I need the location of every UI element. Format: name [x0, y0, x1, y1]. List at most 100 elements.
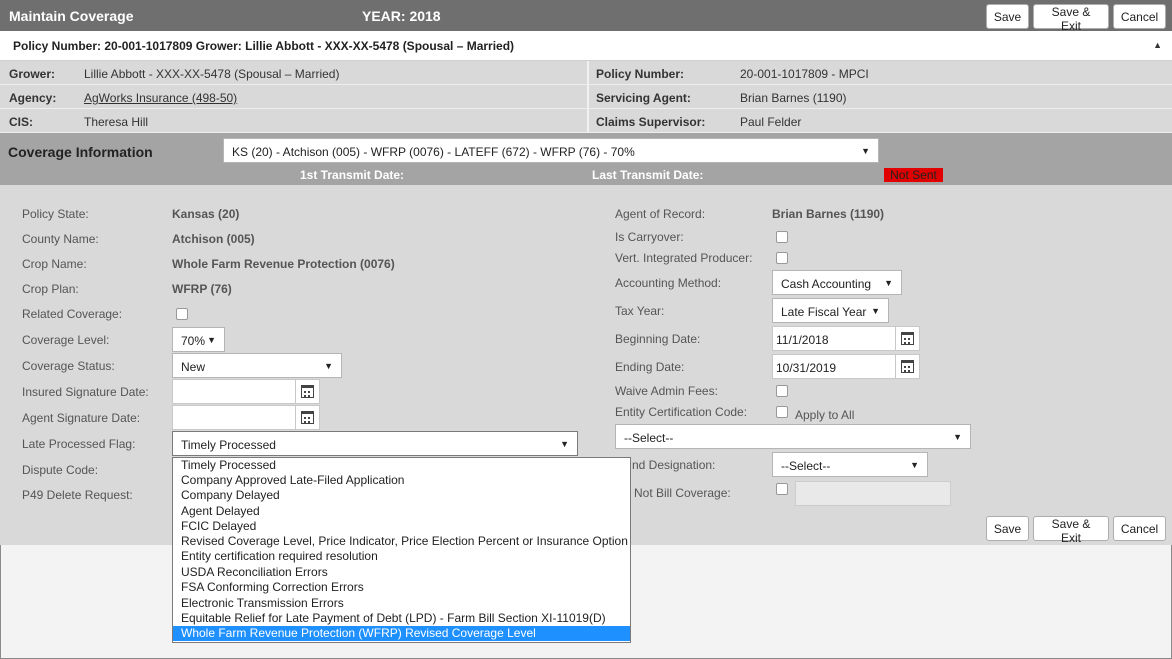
- late-processed-value: Timely Processed: [181, 438, 276, 452]
- dropdown-option[interactable]: USDA Reconciliation Errors: [173, 565, 630, 580]
- not-bill-label: Not Bill Coverage:: [634, 486, 731, 500]
- dropdown-option[interactable]: Entity certification required resolution: [173, 549, 630, 564]
- save-exit-button[interactable]: Save & Exit: [1033, 4, 1109, 33]
- dropdown-option-highlighted[interactable]: Whole Farm Revenue Protection (WFRP) Rev…: [173, 626, 630, 641]
- beginning-date-label: Beginning Date:: [615, 332, 701, 346]
- dropdown-option[interactable]: Company Delayed: [173, 488, 630, 503]
- claims-supervisor-value: Paul Felder: [740, 115, 802, 129]
- dropdown-option[interactable]: Timely Processed: [173, 458, 630, 473]
- coverage-select[interactable]: KS (20) - Atchison (005) - WFRP (0076) -…: [223, 138, 879, 163]
- dropdown-option[interactable]: Agent Delayed: [173, 504, 630, 519]
- policy-state-label: Policy State:: [22, 207, 89, 221]
- cis-value: Theresa Hill: [84, 115, 149, 129]
- policy-info-panel: Grower: Lillie Abbott - XXX-XX-5478 (Spo…: [0, 61, 1172, 133]
- not-bill-checkbox[interactable]: [776, 483, 788, 495]
- grower-value: Lillie Abbott - XXX-XX-5478 (Spousal – M…: [84, 67, 340, 81]
- servicing-agent-label: Servicing Agent:: [596, 91, 691, 105]
- insured-signature-input[interactable]: [172, 379, 296, 404]
- accounting-method-select[interactable]: Cash Accounting ▼: [772, 270, 902, 295]
- calendar-button[interactable]: [896, 354, 920, 379]
- accounting-method-value: Cash Accounting: [781, 277, 872, 291]
- designation-label: nd Designation:: [632, 458, 716, 472]
- p49-delete-label: P49 Delete Request:: [22, 488, 133, 502]
- entity-cert-select[interactable]: --Select-- ▼: [615, 424, 971, 449]
- dropdown-option[interactable]: Equitable Relief for Late Payment of Deb…: [173, 611, 630, 626]
- calendar-button[interactable]: [296, 405, 320, 430]
- coverage-title: Coverage Information: [8, 144, 153, 160]
- dropdown-option[interactable]: Company Approved Late-Filed Application: [173, 473, 630, 488]
- cis-label: CIS:: [9, 115, 33, 129]
- tax-year-label: Tax Year:: [615, 304, 665, 318]
- coverage-status-select[interactable]: New ▼: [172, 353, 342, 378]
- info-row: CIS: Theresa Hill: [0, 109, 587, 133]
- coverage-level-value: 70%: [181, 334, 206, 348]
- beginning-date-input[interactable]: 11/1/2018: [772, 326, 896, 351]
- related-coverage-checkbox[interactable]: [176, 308, 188, 320]
- chevron-down-icon: ▼: [560, 439, 569, 449]
- coverage-level-select[interactable]: 70% ▼: [172, 327, 225, 352]
- agent-signature-label: Agent Signature Date:: [22, 411, 141, 425]
- calendar-icon: [301, 411, 314, 424]
- policy-summary-bar[interactable]: Policy Number: 20-001-1017809 Grower: Li…: [0, 31, 1172, 61]
- designation-select[interactable]: --Select-- ▼: [772, 452, 928, 477]
- last-transmit-label: Last Transmit Date:: [592, 168, 704, 182]
- agent-of-record-label: Agent of Record:: [615, 207, 706, 221]
- dropdown-option[interactable]: Electronic Transmission Errors: [173, 596, 630, 611]
- year-label: YEAR: 2018: [362, 8, 441, 24]
- grower-label: Grower:: [9, 67, 56, 81]
- collapse-icon[interactable]: ▲: [1153, 40, 1162, 50]
- claims-supervisor-label: Claims Supervisor:: [596, 115, 706, 129]
- crop-plan-label: Crop Plan:: [22, 282, 79, 296]
- chevron-down-icon: ▼: [207, 335, 216, 345]
- info-row: Claims Supervisor: Paul Felder: [589, 109, 1172, 133]
- dispute-code-label: Dispute Code:: [22, 463, 99, 477]
- late-processed-select[interactable]: Timely Processed ▼: [172, 431, 578, 456]
- page-title: Maintain Coverage: [9, 8, 134, 24]
- vert-integrated-checkbox[interactable]: [776, 252, 788, 264]
- crop-name-label: Crop Name:: [22, 257, 87, 271]
- coverage-status-label: Coverage Status:: [22, 359, 115, 373]
- coverage-level-label: Coverage Level:: [22, 333, 110, 347]
- vert-integrated-label: Vert. Integrated Producer:: [615, 251, 753, 265]
- county-value: Atchison (005): [172, 232, 255, 246]
- chevron-down-icon: ▼: [871, 306, 880, 316]
- coverage-status-value: New: [181, 360, 206, 374]
- save-exit-button-bottom[interactable]: Save & Exit: [1033, 516, 1109, 545]
- calendar-icon: [901, 360, 914, 373]
- save-button[interactable]: Save: [986, 4, 1029, 29]
- chevron-down-icon: ▼: [884, 278, 893, 288]
- dropdown-option[interactable]: Revised Coverage Level, Price Indicator,…: [173, 534, 630, 549]
- late-processed-label: Late Processed Flag:: [22, 437, 136, 451]
- related-coverage-label: Related Coverage:: [22, 307, 123, 321]
- agent-of-record-value: Brian Barnes (1190): [772, 207, 885, 221]
- cancel-button-bottom[interactable]: Cancel: [1113, 516, 1166, 541]
- tax-year-select[interactable]: Late Fiscal Year ▼: [772, 298, 889, 323]
- calendar-button[interactable]: [296, 379, 320, 404]
- dropdown-option[interactable]: FSA Conforming Correction Errors: [173, 580, 630, 595]
- title-bar: Maintain Coverage YEAR: 2018 Save Save &…: [0, 0, 1172, 33]
- apply-all-checkbox[interactable]: [776, 406, 788, 418]
- agent-signature-input[interactable]: [172, 405, 296, 430]
- dropdown-option[interactable]: FCIC Delayed: [173, 519, 630, 534]
- insured-signature-label: Insured Signature Date:: [22, 385, 149, 399]
- info-row: Grower: Lillie Abbott - XXX-XX-5478 (Spo…: [0, 61, 587, 85]
- entity-cert-label: Entity Certification Code:: [615, 405, 748, 419]
- info-row: Agency: AgWorks Insurance (498-50): [0, 85, 587, 109]
- designation-value: --Select--: [781, 459, 831, 473]
- waive-admin-label: Waive Admin Fees:: [615, 384, 718, 398]
- waive-admin-checkbox[interactable]: [776, 385, 788, 397]
- agency-link[interactable]: AgWorks Insurance (498-50): [84, 91, 237, 105]
- first-transmit-label: 1st Transmit Date:: [300, 168, 405, 182]
- policy-number-value: 20-001-1017809 - MPCI: [740, 67, 869, 81]
- save-button-bottom[interactable]: Save: [986, 516, 1029, 541]
- late-processed-dropdown[interactable]: Timely Processed Company Approved Late-F…: [172, 457, 631, 643]
- ending-date-input[interactable]: 10/31/2019: [772, 354, 896, 379]
- apply-all-label: Apply to All: [795, 408, 855, 422]
- carryover-checkbox[interactable]: [776, 231, 788, 243]
- beginning-date-value: 11/1/2018: [776, 333, 829, 347]
- cancel-button[interactable]: Cancel: [1113, 4, 1166, 29]
- info-row: Policy Number: 20-001-1017809 - MPCI: [589, 61, 1172, 85]
- entity-cert-value: --Select--: [624, 431, 674, 445]
- calendar-button[interactable]: [896, 326, 920, 351]
- county-label: County Name:: [22, 232, 99, 246]
